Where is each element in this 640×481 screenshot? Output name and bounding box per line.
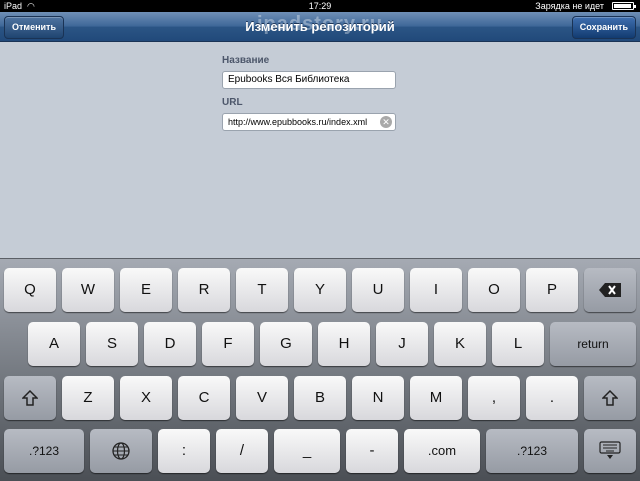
shift-right-icon[interactable] [584, 376, 636, 420]
charging-status: Зарядка не идет [535, 1, 604, 11]
numbers-key-left[interactable]: .?123 [4, 429, 84, 473]
key-s[interactable]: S [86, 322, 138, 366]
key-m[interactable]: M [410, 376, 462, 420]
key-q[interactable]: Q [4, 268, 56, 312]
globe-icon[interactable] [90, 429, 152, 473]
key-underscore[interactable]: _ [274, 429, 340, 473]
key-r[interactable]: R [178, 268, 230, 312]
shift-icon[interactable] [4, 376, 56, 420]
key-t[interactable]: T [236, 268, 288, 312]
key-k[interactable]: K [434, 322, 486, 366]
backspace-icon[interactable] [584, 268, 636, 312]
page-title: Изменить репозиторий [245, 19, 395, 34]
key-d[interactable]: D [144, 322, 196, 366]
key-g[interactable]: G [260, 322, 312, 366]
numbers-key-right[interactable]: .?123 [486, 429, 578, 473]
key-c[interactable]: C [178, 376, 230, 420]
hide-keyboard-icon[interactable] [584, 429, 636, 473]
battery-icon [612, 2, 636, 10]
key-period[interactable]: . [526, 376, 578, 420]
key-colon[interactable]: : [158, 429, 210, 473]
key-o[interactable]: O [468, 268, 520, 312]
key-l[interactable]: L [492, 322, 544, 366]
cancel-button[interactable]: Отменить [4, 16, 64, 39]
name-field[interactable]: Epubooks Вся Библиотека [222, 71, 396, 89]
keyboard: Q W E R T Y U I O P A S D F G H J K L re… [0, 258, 640, 481]
key-slash[interactable]: / [216, 429, 268, 473]
key-e[interactable]: E [120, 268, 172, 312]
key-v[interactable]: V [236, 376, 288, 420]
clear-icon[interactable]: ✕ [380, 116, 392, 128]
key-b[interactable]: B [294, 376, 346, 420]
url-label: URL [222, 97, 243, 108]
key-hyphen[interactable]: - [346, 429, 398, 473]
key-x[interactable]: X [120, 376, 172, 420]
key-u[interactable]: U [352, 268, 404, 312]
key-j[interactable]: J [376, 322, 428, 366]
key-f[interactable]: F [202, 322, 254, 366]
key-z[interactable]: Z [62, 376, 114, 420]
dotcom-key[interactable]: .com [404, 429, 480, 473]
key-y[interactable]: Y [294, 268, 346, 312]
key-i[interactable]: I [410, 268, 462, 312]
key-p[interactable]: P [526, 268, 578, 312]
key-a[interactable]: A [28, 322, 80, 366]
save-button[interactable]: Сохранить [571, 16, 636, 39]
navigation-bar: ipadstory.ru Изменить репозиторий Отмени… [0, 12, 640, 42]
key-h[interactable]: H [318, 322, 370, 366]
key-comma[interactable]: , [468, 376, 520, 420]
name-label: Название [222, 55, 270, 66]
status-bar: iPad ◠ 17:29 Зарядка не идет [0, 0, 640, 12]
key-w[interactable]: W [62, 268, 114, 312]
key-n[interactable]: N [352, 376, 404, 420]
url-field[interactable]: http://www.epubbooks.ru/index.xml ✕ [222, 113, 396, 131]
return-key[interactable]: return [550, 322, 636, 366]
url-value: http://www.epubbooks.ru/index.xml [228, 117, 368, 127]
